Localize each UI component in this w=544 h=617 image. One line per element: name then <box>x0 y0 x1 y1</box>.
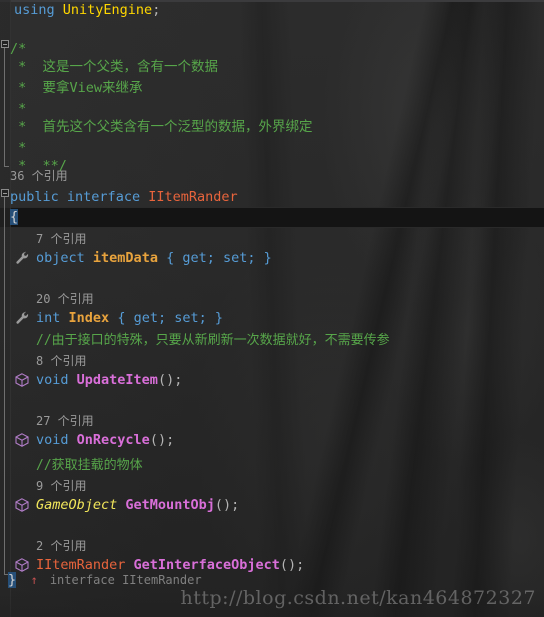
code-editor[interactable]: using UnityEngine; /* * 这是一个父类，含有一个数据 * … <box>0 0 544 617</box>
accessors-index: { get; set; } <box>117 310 223 326</box>
keyword-public: public <box>10 189 59 205</box>
code-line-comment-update[interactable]: //由于接口的特殊，只要从新刷新一次数据就好，不需要传参 <box>0 330 544 351</box>
code-line-close-brace[interactable]: } ↑ interface IItemRander <box>0 570 544 591</box>
comment-open: /* <box>10 41 27 57</box>
codelens-index[interactable]: 20 个引用 <box>0 289 544 310</box>
method-tail-onrecycle: (); <box>149 432 175 448</box>
codelens-getinterfaceobject[interactable]: 2 个引用 <box>0 536 544 557</box>
method-tail-getmountobj: (); <box>214 497 240 513</box>
accessors-itemdata: { get; set; } <box>166 250 272 266</box>
method-name-updateitem: UpdateItem <box>76 372 158 388</box>
comment-update-item: //由于接口的特殊，只要从新刷新一次数据就好，不需要传参 <box>36 333 390 348</box>
keyword-interface: interface <box>66 189 141 205</box>
codelens-updateitem[interactable]: 8 个引用 <box>0 351 544 372</box>
type-gameobject: GameObject <box>36 497 118 513</box>
comment-text-3: * <box>10 101 35 117</box>
type-unityengine: UnityEngine <box>62 2 153 18</box>
keyword-void-onrecycle: void <box>36 432 69 448</box>
code-line-getmountobj[interactable]: GameObject GetMountObj(); <box>0 495 544 516</box>
selected-close-brace[interactable]: } <box>8 572 17 588</box>
codelens-getmountobj[interactable]: 9 个引用 <box>0 476 544 497</box>
code-line-interface-decl[interactable]: public interface IItemRander <box>0 187 544 208</box>
structure-hint-label: interface IItemRander <box>49 573 202 587</box>
comment-get-mount: //获取挂载的物体 <box>36 458 143 473</box>
codelens-interface-label: 36 个引用 <box>10 169 68 183</box>
comment-text-2: * 要拿View来继承 <box>10 80 143 96</box>
code-line-comment-1[interactable]: * 这是一个父类，含有一个数据 <box>0 57 544 78</box>
codelens-itemdata-label: 7 个引用 <box>36 232 87 246</box>
type-name-iitemrander: IItemRander <box>148 189 238 205</box>
comment-text-1: * 这是一个父类，含有一个数据 <box>10 59 219 75</box>
up-arrow-icon: ↑ <box>30 573 38 587</box>
method-name-getmountobj: GetMountObj <box>125 497 215 513</box>
codelens-interface[interactable]: 36 个引用 <box>0 166 544 187</box>
code-line-index[interactable]: int Index { get; set; } <box>0 308 544 329</box>
code-line-comment-mount[interactable]: //获取挂载的物体 <box>0 455 544 476</box>
keyword-object: object <box>36 250 85 266</box>
code-line-open-brace[interactable]: { <box>0 207 544 228</box>
code-line-onrecycle[interactable]: void OnRecycle(); <box>0 430 544 451</box>
property-name-itemdata: itemData <box>92 250 158 266</box>
codelens-getinterfaceobject-label: 2 个引用 <box>36 539 87 553</box>
code-line-using[interactable]: using UnityEngine; <box>0 0 544 21</box>
semicolon: ; <box>152 2 161 18</box>
comment-text-4: * 首先这个父类含有一个泛型的数据，外界绑定 <box>10 119 313 135</box>
comment-text-5: * <box>10 140 35 156</box>
keyword-int: int <box>36 310 61 326</box>
code-line-updateitem[interactable]: void UpdateItem(); <box>0 370 544 391</box>
codelens-itemdata[interactable]: 7 个引用 <box>0 229 544 250</box>
codelens-updateitem-label: 8 个引用 <box>36 354 87 368</box>
codelens-onrecycle[interactable]: 27 个引用 <box>0 411 544 432</box>
method-tail-updateitem: (); <box>157 372 183 388</box>
code-content[interactable]: using UnityEngine; /* * 这是一个父类，含有一个数据 * … <box>0 0 544 617</box>
code-line-comment-2[interactable]: * 要拿View来继承 <box>0 78 544 99</box>
codelens-onrecycle-label: 27 个引用 <box>36 414 94 428</box>
method-name-onrecycle: OnRecycle <box>76 432 150 448</box>
codelens-index-label: 20 个引用 <box>36 292 94 306</box>
keyword-using: using <box>14 2 55 18</box>
code-line-itemdata[interactable]: object itemData { get; set; } <box>0 248 544 269</box>
keyword-void-updateitem: void <box>36 372 69 388</box>
code-line-comment-4[interactable]: * 首先这个父类含有一个泛型的数据，外界绑定 <box>0 117 544 138</box>
property-name-index: Index <box>68 310 110 326</box>
selected-brace[interactable]: { <box>10 209 19 225</box>
codelens-getmountobj-label: 9 个引用 <box>36 479 87 493</box>
